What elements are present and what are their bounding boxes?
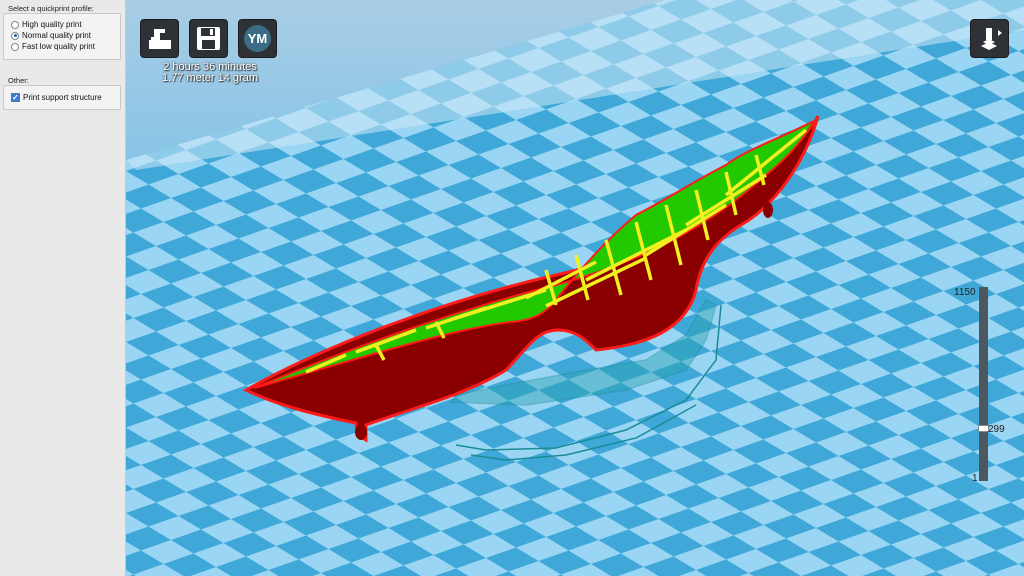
view-mode-button[interactable] (970, 19, 1009, 58)
layer-min-label: 1 (972, 473, 978, 484)
quickprint-profile-label: Select a quickprint profile: (8, 4, 94, 13)
profile-fast-option[interactable]: Fast low quality print (11, 42, 95, 51)
load-model-icon (149, 29, 171, 49)
youmagine-icon: YM (244, 25, 271, 52)
save-disk-icon (197, 27, 220, 50)
radio-fast[interactable] (11, 42, 19, 51)
build-plate-scene (126, 0, 1024, 576)
support-checkbox[interactable]: ✓ (11, 93, 20, 102)
youmagine-button[interactable]: YM (238, 19, 277, 58)
quickprint-panel: Select a quickprint profile: High qualit… (0, 0, 126, 576)
profile-normal-label: Normal quality print (22, 31, 91, 40)
print-material: 1.77 meter 14 gram (162, 72, 258, 84)
print-estimate: 2 hours 36 minutes 1.77 meter 14 gram (162, 62, 258, 84)
profile-fast-label: Fast low quality print (22, 42, 95, 51)
radio-normal[interactable] (11, 31, 19, 40)
layer-max-label: 1150 (954, 287, 976, 298)
other-group: ✓ Print support structure (3, 85, 121, 110)
support-structure-label: Print support structure (23, 93, 102, 102)
profile-group: High quality print Normal quality print … (3, 13, 121, 60)
radio-high[interactable] (11, 20, 19, 29)
3d-viewport[interactable]: YM 2 hours 36 minutes 1.77 meter 14 gram… (126, 0, 1024, 576)
profile-high-label: High quality print (22, 20, 82, 29)
other-label: Other: (8, 76, 29, 85)
support-structure-option[interactable]: ✓ Print support structure (11, 93, 102, 102)
profile-normal-option[interactable]: Normal quality print (11, 31, 91, 40)
profile-high-option[interactable]: High quality print (11, 20, 82, 29)
save-button[interactable] (189, 19, 228, 58)
load-model-button[interactable] (140, 19, 179, 58)
view-mode-icon (981, 28, 1002, 50)
layer-current-label: 299 (988, 424, 1005, 435)
layer-slider[interactable] (979, 287, 988, 481)
